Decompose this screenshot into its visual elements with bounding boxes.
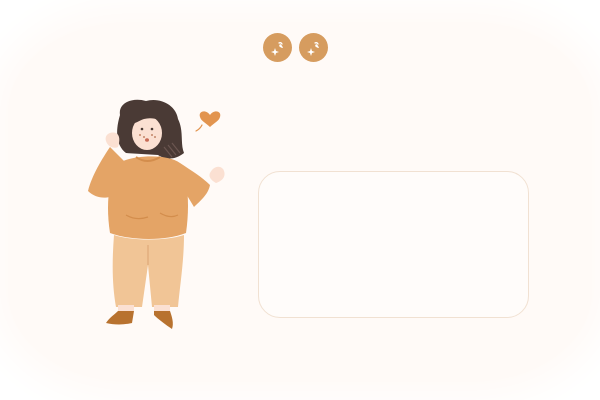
content-card (258, 171, 529, 318)
page-stage (0, 0, 600, 400)
sparkle-icon (270, 41, 283, 56)
sparkle-button-2[interactable] (299, 33, 328, 62)
sparkle-button-1[interactable] (263, 33, 292, 62)
sparkle-icon (306, 41, 319, 56)
top-icon-toolbar (263, 33, 328, 62)
girl-illustration (88, 99, 225, 329)
heart-icon (195, 111, 221, 132)
